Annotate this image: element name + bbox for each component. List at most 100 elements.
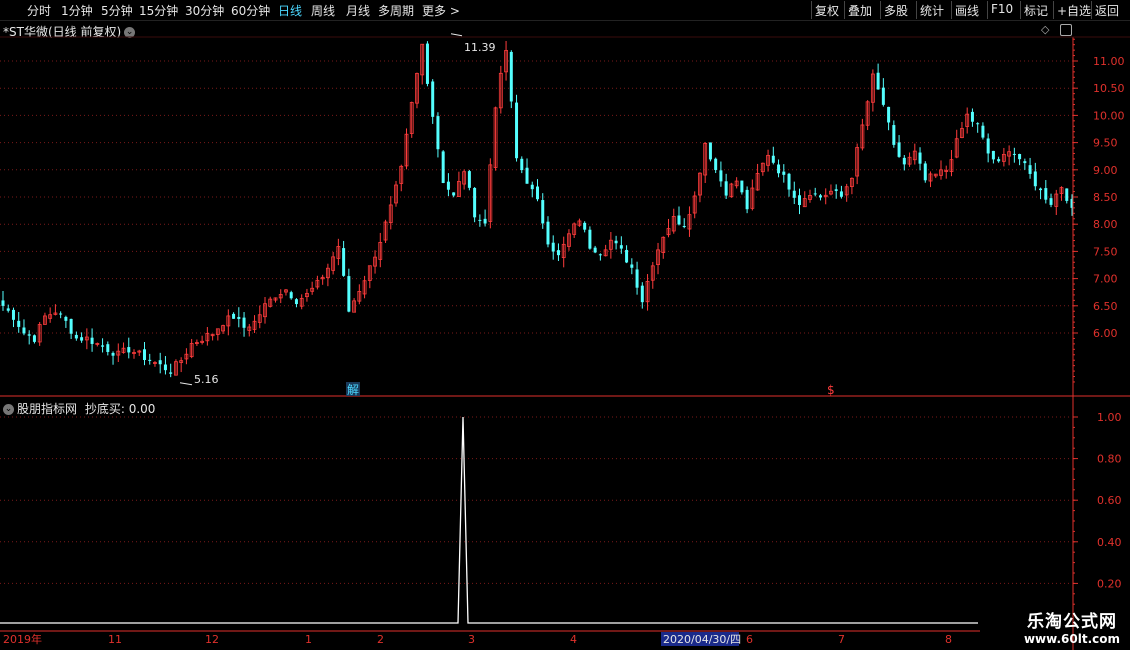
candle-body-down (1039, 188, 1043, 191)
candle-body-down (536, 186, 539, 200)
candle-body-down (708, 142, 712, 160)
candle-body-down (342, 248, 346, 276)
candle-body-down (1033, 171, 1037, 187)
candle-body-down (881, 87, 885, 105)
axis-label: 9.00 (1093, 164, 1118, 177)
annotation-arrow (450, 33, 463, 37)
candle-body-down (598, 254, 602, 256)
candle-body-down (551, 242, 555, 252)
axis-label: 6.00 (1093, 327, 1118, 340)
candle-body-down (74, 334, 78, 339)
indicator-line (0, 416, 978, 624)
candle-body-down (478, 219, 482, 221)
candle-body-down (64, 316, 68, 321)
candle-body-down (169, 372, 173, 374)
candle-body-down (792, 190, 796, 198)
candle-body-down (546, 221, 550, 245)
jie-marker[interactable]: 解 (347, 383, 359, 397)
candle-body-down (242, 317, 246, 328)
candle-body-down (127, 347, 131, 353)
candle-body-down (677, 215, 681, 225)
candle-body-down (452, 192, 456, 196)
candle-body-down (6, 308, 10, 311)
candlestick-series (1, 40, 1074, 378)
candle-body-down (902, 157, 906, 165)
date-4: 4 (570, 633, 577, 646)
axis-label: 8.00 (1093, 218, 1118, 231)
candle-body-down (777, 164, 781, 174)
candle-body-down (782, 171, 786, 175)
date-6: 6 (746, 633, 753, 646)
candle-body-down (446, 181, 450, 190)
date-5: 2020/04/30/四 (663, 633, 741, 646)
candle-body-down (876, 72, 880, 90)
candle-body-down (986, 138, 990, 154)
candle-body-down (69, 318, 73, 334)
candle-body-down (897, 142, 901, 157)
candle-body-down (892, 125, 896, 145)
candle-body-down (588, 229, 592, 249)
indicator-axis: 0.20 0.40 0.60 0.80 1.00 (1073, 411, 1122, 616)
candle-body-down (520, 158, 524, 171)
watermark-title: 乐淘公式网 (1026, 612, 1117, 632)
indicator-grid (0, 416, 1073, 584)
candle-body-down (640, 285, 644, 303)
candle-body-down (839, 191, 843, 197)
candle-body-down (923, 163, 927, 181)
candle-body-down (798, 195, 802, 205)
axis-label: 10.00 (1093, 109, 1125, 122)
candle-body-down (294, 299, 298, 305)
candle-body-down (22, 327, 26, 334)
indicator-line-series (0, 416, 978, 624)
date-11: 11 (108, 633, 122, 646)
watermark-url: www.60lt.com (1023, 632, 1120, 646)
axis-label: 8.50 (1093, 191, 1118, 204)
candle-body-down (682, 226, 686, 228)
candle-body-down (473, 187, 477, 218)
candle-body-down (630, 264, 634, 268)
candle-body-down (997, 159, 1001, 162)
candle-body-down (834, 189, 838, 191)
axis-label: 6.50 (1093, 300, 1118, 313)
axis-label: 7.00 (1093, 273, 1118, 286)
watermark: 乐淘公式网 www.60lt.com (1024, 607, 1120, 646)
axis-label: 7.50 (1093, 245, 1118, 258)
candle-body-down (425, 43, 429, 84)
annotation-arrow (179, 382, 193, 386)
candle-body-down (347, 276, 351, 312)
candle-body-down (467, 171, 471, 188)
candle-body-down (593, 247, 597, 253)
candle-body-down (142, 349, 146, 361)
axis-label: 9.50 (1093, 137, 1118, 150)
candle-body-down (556, 250, 560, 256)
candle-body-down (970, 111, 974, 122)
candle-body-down (101, 345, 105, 347)
candle-body-down (714, 158, 718, 170)
candle-body-down (32, 335, 36, 342)
candle-body-down (515, 102, 519, 159)
candle-body-down (232, 313, 236, 319)
s-marker[interactable]: $ (827, 383, 835, 397)
candle-body-down (11, 309, 15, 320)
candle-body-down (1044, 188, 1048, 200)
candle-body-down (106, 344, 110, 352)
candle-body-down (441, 151, 445, 184)
candle-body-down (719, 170, 723, 182)
candle-body-down (635, 269, 639, 288)
candle-body-down (1028, 165, 1032, 174)
annotation-low: 5.16 (194, 373, 219, 386)
candle-body-down (583, 222, 587, 230)
date-year: 2019年 (3, 632, 42, 646)
candle-body-down (745, 189, 749, 210)
axis-label: 1.00 (1097, 411, 1122, 424)
candle-body-down (148, 359, 152, 361)
candle-body-down (17, 320, 21, 327)
date-axis: 2019年 11 12 1 2 3 4 2020/04/30/四 6 7 8 (3, 632, 952, 646)
candle-body-down (509, 51, 513, 102)
candle-body-down (163, 364, 167, 371)
price-chart[interactable]: 6.00 6.50 7.00 7.50 8.00 8.50 9.00 9.50 10.00 1 0.… (0, 0, 1130, 650)
candle-body-down (771, 155, 775, 163)
candle-body-down (90, 337, 94, 344)
candle-body-down (59, 313, 63, 315)
date-1: 1 (305, 633, 312, 646)
